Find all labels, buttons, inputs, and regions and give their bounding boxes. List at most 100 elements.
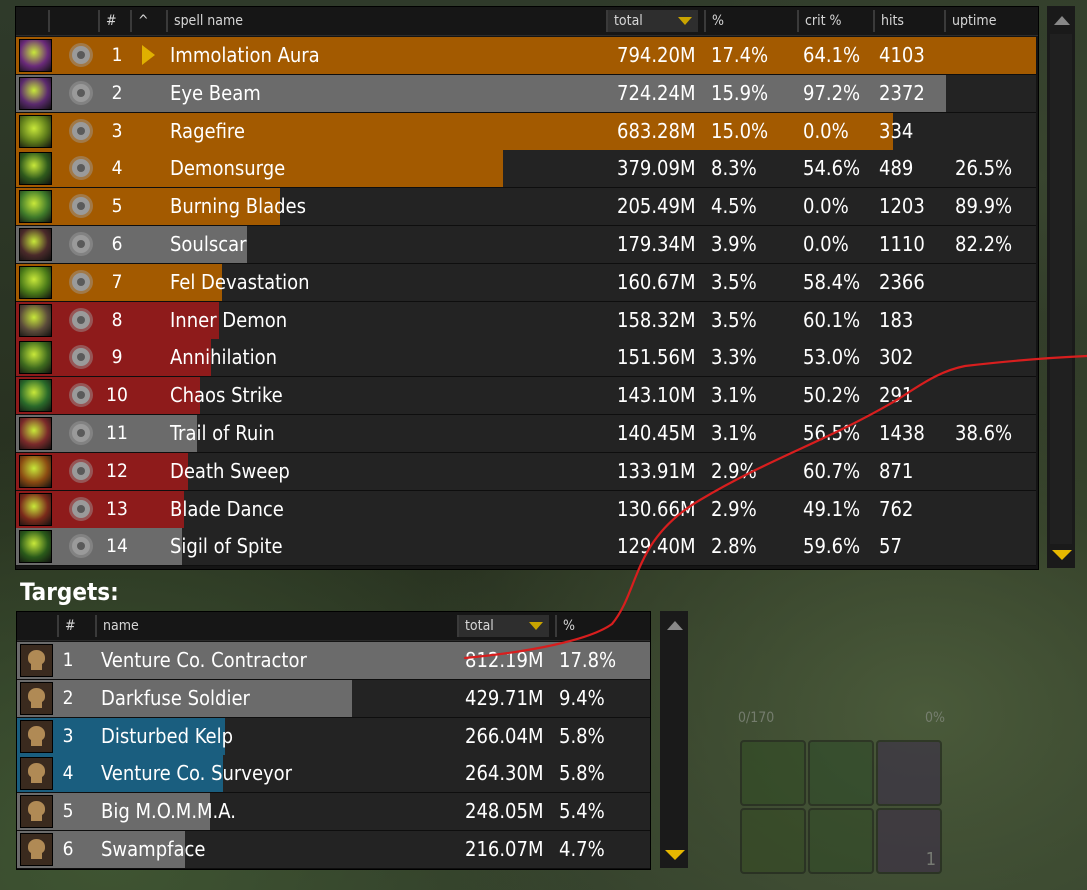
gear-icon[interactable] — [66, 457, 96, 485]
spell-name: Ragefire — [170, 118, 245, 143]
expand-arrow-icon[interactable] — [142, 45, 155, 65]
spell-crit: 60.7% — [803, 458, 861, 483]
targets-header-num[interactable]: # — [57, 615, 93, 637]
target-name: Swampface — [101, 837, 206, 861]
spell-row[interactable]: 8 Inner Demon 158.32M 3.5% 60.1% 183 — [16, 301, 1036, 340]
gear-icon[interactable] — [66, 532, 96, 560]
bg-slot-text-left: 0/170 — [738, 710, 775, 726]
spell-total: 794.20M — [617, 43, 696, 67]
gear-icon[interactable] — [66, 41, 96, 69]
spell-rank: 5 — [111, 195, 123, 218]
spell-icon — [19, 190, 52, 224]
bg-slot: 1 — [876, 808, 942, 874]
target-total: 812.19M — [465, 648, 544, 672]
spell-total: 133.91M — [617, 458, 696, 483]
spell-total: 724.24M — [617, 80, 696, 105]
spell-percent: 15.0% — [711, 118, 769, 143]
gear-icon[interactable] — [66, 79, 96, 107]
gear-icon[interactable] — [66, 419, 96, 447]
spell-row[interactable]: 3 Ragefire 683.28M 15.0% 0.0% 334 — [16, 112, 1036, 151]
spell-icon — [19, 454, 52, 488]
gear-icon[interactable] — [66, 192, 96, 220]
spell-name: Sigil of Spite — [170, 534, 283, 559]
target-row[interactable]: 1 Venture Co. Contractor 812.19M 17.8% — [17, 642, 650, 680]
spell-percent: 3.3% — [711, 345, 757, 370]
header-uptime[interactable]: uptime — [944, 10, 1030, 32]
target-row[interactable]: 4 Venture Co. Surveyor 264.30M 5.8% — [17, 755, 650, 794]
spell-total: 179.34M — [617, 232, 696, 256]
spell-percent: 2.8% — [711, 534, 757, 559]
spell-icon — [19, 492, 52, 526]
spell-breakdown-panel: # ^ spell name total % crit % hits uptim… — [15, 6, 1039, 570]
header-divider — [48, 10, 56, 32]
spell-percent: 2.9% — [711, 496, 757, 521]
scroll-up-icon[interactable] — [1054, 16, 1070, 25]
spell-total: 683.28M — [617, 118, 696, 143]
targets-header-percent[interactable]: % — [555, 615, 645, 637]
gear-icon[interactable] — [66, 154, 96, 182]
gear-icon[interactable] — [66, 306, 96, 334]
spell-crit: 50.2% — [803, 383, 861, 408]
scroll-up-icon[interactable] — [667, 621, 683, 630]
spell-uptime: 82.2% — [955, 232, 1013, 256]
gear-icon[interactable] — [66, 495, 96, 523]
spell-total: 379.09M — [617, 156, 696, 181]
spell-uptime: 89.9% — [955, 194, 1013, 219]
skull-icon — [20, 795, 53, 829]
header-crit[interactable]: crit % — [797, 10, 867, 32]
spell-row[interactable]: 4 Demonsurge 379.09M 8.3% 54.6% 489 26.5% — [16, 150, 1036, 189]
target-row[interactable]: 6 Swampface 216.07M 4.7% — [17, 831, 650, 869]
spell-scrollbar[interactable] — [1047, 6, 1075, 568]
target-name: Darkfuse Soldier — [101, 685, 250, 710]
spell-row[interactable]: 1 Immolation Aura 794.20M 17.4% 64.1% 4103 — [16, 37, 1036, 75]
targets-scrollbar[interactable] — [660, 611, 688, 868]
spell-row[interactable]: 6 Soulscar 179.34M 3.9% 0.0% 1110 82.2% — [16, 226, 1036, 264]
spell-row[interactable]: 9 Annihilation 151.56M 3.3% 53.0% 302 — [16, 339, 1036, 378]
spell-row[interactable]: 13 Blade Dance 130.66M 2.9% 49.1% 762 — [16, 490, 1036, 529]
spell-name: Trail of Ruin — [170, 421, 275, 445]
gear-icon[interactable] — [66, 268, 96, 296]
gear-icon[interactable] — [66, 117, 96, 145]
scroll-track[interactable] — [1050, 34, 1072, 544]
spell-row[interactable]: 7 Fel Devastation 160.67M 3.5% 58.4% 2366 — [16, 263, 1036, 302]
spell-row[interactable]: 11 Trail of Ruin 140.45M 3.1% 56.5% 1438 38.6% — [16, 415, 1036, 453]
bg-slot — [740, 740, 806, 806]
spell-crit: 58.4% — [803, 269, 861, 294]
spell-rank: 1 — [111, 44, 123, 66]
spell-row[interactable]: 5 Burning Blades 205.49M 4.5% 0.0% 1203 89.9% — [16, 188, 1036, 227]
spell-name: Eye Beam — [170, 80, 261, 105]
scroll-down-icon[interactable] — [1052, 550, 1072, 560]
gear-icon[interactable] — [66, 381, 96, 409]
scroll-down-icon[interactable] — [665, 850, 685, 860]
header-hits[interactable]: hits — [873, 10, 943, 32]
spell-icon — [19, 39, 52, 72]
spell-rank: 3 — [111, 119, 123, 142]
header-sort[interactable]: ^ — [130, 10, 156, 32]
targets-header-name[interactable]: name — [95, 615, 455, 637]
spell-rank: 11 — [106, 422, 128, 444]
spell-name: Inner Demon — [170, 307, 288, 332]
spell-total: 129.40M — [617, 534, 696, 559]
header-total[interactable]: total — [606, 10, 698, 32]
gear-icon[interactable] — [66, 230, 96, 258]
target-row[interactable]: 3 Disturbed Kelp 266.04M 5.8% — [17, 717, 650, 756]
spell-row[interactable]: 10 Chaos Strike 143.10M 3.1% 50.2% 291 — [16, 377, 1036, 416]
target-total: 248.05M — [465, 799, 544, 824]
targets-header-total[interactable]: total — [457, 615, 549, 637]
gear-icon[interactable] — [66, 343, 96, 371]
spell-rank: 12 — [106, 459, 128, 482]
skull-icon — [20, 757, 53, 791]
header-num[interactable]: # — [98, 10, 126, 32]
spell-row[interactable]: 14 Sigil of Spite 129.40M 2.8% 59.6% 57 — [16, 528, 1036, 567]
target-total: 266.04M — [465, 723, 544, 748]
spell-name: Chaos Strike — [170, 383, 283, 408]
spell-rank: 14 — [106, 535, 128, 558]
target-row[interactable]: 5 Big M.O.M.M.A. 248.05M 5.4% — [17, 793, 650, 832]
spell-crit: 0.0% — [803, 118, 849, 143]
header-spell-name[interactable]: spell name — [166, 10, 606, 32]
spell-row[interactable]: 2 Eye Beam 724.24M 15.9% 97.2% 2372 — [16, 74, 1036, 113]
target-row[interactable]: 2 Darkfuse Soldier 429.71M 9.4% — [17, 679, 650, 718]
spell-row[interactable]: 12 Death Sweep 133.91M 2.9% 60.7% 871 — [16, 452, 1036, 491]
header-percent[interactable]: % — [704, 10, 786, 32]
spell-total: 140.45M — [617, 421, 696, 445]
